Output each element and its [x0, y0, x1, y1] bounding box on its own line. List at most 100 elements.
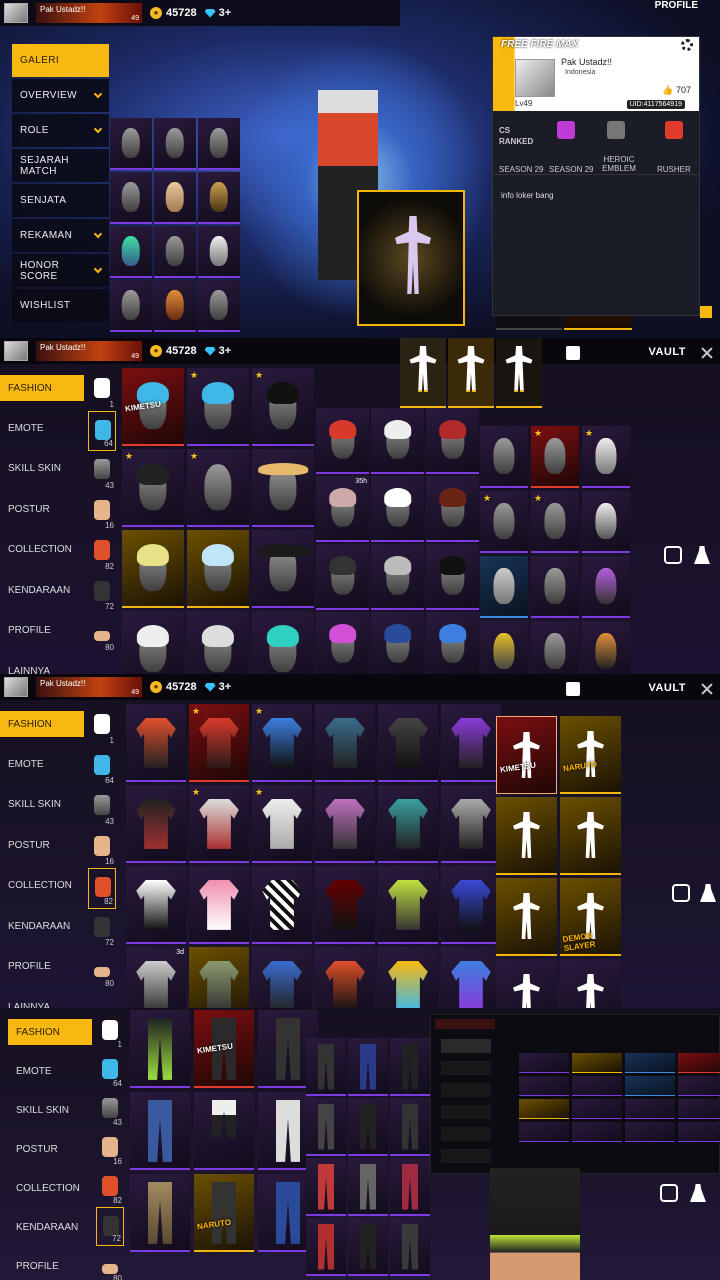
rotate-icon[interactable]	[672, 884, 690, 902]
weapon-cell[interactable]	[572, 1099, 622, 1119]
item-cell[interactable]	[122, 611, 184, 674]
item-cell[interactable]	[426, 476, 479, 542]
menu-rekaman[interactable]: REKAMAN	[12, 219, 109, 252]
item-cell[interactable]	[390, 1218, 430, 1276]
item-cell[interactable]	[496, 878, 557, 956]
item-cell[interactable]	[378, 947, 438, 1008]
category-mask[interactable]: 43	[88, 451, 116, 492]
item-cell[interactable]	[582, 556, 630, 618]
item-cell[interactable]: ★	[480, 491, 528, 553]
item-cell[interactable]	[390, 1158, 430, 1216]
item-cell[interactable]	[252, 947, 312, 1008]
weapon-cell[interactable]	[572, 1053, 622, 1073]
item-cell[interactable]	[194, 1092, 254, 1170]
category-head[interactable]: 64	[96, 1051, 124, 1090]
item-cell[interactable]	[426, 544, 479, 610]
item-cell[interactable]	[315, 866, 375, 944]
item-cell[interactable]	[130, 1174, 190, 1252]
corner-icon[interactable]	[700, 306, 712, 318]
category-top[interactable]: 1	[88, 370, 116, 411]
item-cell[interactable]	[110, 118, 152, 170]
featured-emote[interactable]	[357, 190, 465, 326]
item-cell[interactable]: ★	[189, 704, 249, 782]
category-mask[interactable]: 43	[96, 1090, 124, 1129]
tab-lainnya[interactable]: LAINNYA	[0, 651, 122, 674]
category-head[interactable]: 64	[88, 747, 116, 788]
category-shoes[interactable]: 80	[96, 1246, 124, 1280]
item-cell[interactable]	[371, 544, 424, 610]
item-cell[interactable]	[306, 1098, 346, 1156]
weapon-cell[interactable]	[519, 1076, 569, 1096]
item-cell[interactable]	[496, 797, 557, 875]
mini-tab[interactable]	[441, 1149, 491, 1163]
weapon-cell[interactable]	[625, 1099, 675, 1119]
item-cell[interactable]	[315, 704, 375, 782]
item-cell[interactable]: ★	[122, 449, 184, 527]
avatar[interactable]	[4, 341, 28, 361]
weapon-cell[interactable]	[625, 1122, 675, 1142]
item-cell[interactable]	[390, 1038, 430, 1096]
item-cell[interactable]	[154, 118, 196, 170]
category-shirt[interactable]: 82	[96, 1168, 124, 1207]
mini-tab[interactable]	[441, 1105, 491, 1119]
menu-honor-score[interactable]: HONOR SCORE	[12, 254, 109, 287]
weapon-cell[interactable]	[678, 1076, 720, 1096]
weapon-cell[interactable]	[678, 1122, 720, 1142]
figure-icon[interactable]	[690, 1184, 706, 1202]
item-cell[interactable]	[122, 530, 184, 608]
weapon-cell[interactable]	[678, 1053, 720, 1073]
item-cell[interactable]	[130, 1010, 190, 1088]
tab-fashion[interactable]: FASHION	[0, 711, 84, 737]
category-face[interactable]: 16	[88, 828, 116, 869]
item-cell[interactable]	[371, 476, 424, 542]
figure-icon[interactable]	[700, 884, 716, 902]
mini-tab[interactable]	[441, 1083, 491, 1097]
item-cell[interactable]	[126, 866, 186, 944]
category-face[interactable]: 16	[96, 1129, 124, 1168]
item-cell[interactable]	[582, 491, 630, 553]
category-pants[interactable]: 72	[96, 1207, 124, 1246]
diamond-counter[interactable]: 3+	[204, 7, 231, 19]
item-cell[interactable]	[306, 1038, 346, 1096]
item-cell[interactable]	[110, 226, 152, 278]
item-cell[interactable]: NARUTO	[560, 716, 621, 794]
category-pants[interactable]: 72	[88, 909, 116, 950]
category-top[interactable]: 1	[96, 1012, 124, 1051]
rotate-icon[interactable]	[664, 546, 682, 564]
item-cell[interactable]	[426, 612, 479, 674]
item-cell[interactable]	[189, 866, 249, 944]
category-shirt[interactable]: 82	[88, 532, 116, 573]
menu-role[interactable]: ROLE	[12, 114, 109, 147]
item-cell[interactable]	[531, 556, 579, 618]
item-cell[interactable]	[441, 704, 501, 782]
weapon-cell[interactable]	[519, 1053, 569, 1073]
item-cell[interactable]: 35h	[316, 476, 369, 542]
item-cell[interactable]	[315, 785, 375, 863]
item-cell[interactable]	[316, 612, 369, 674]
weapon-cell[interactable]	[625, 1053, 675, 1073]
item-cell[interactable]: ★	[531, 491, 579, 553]
item-cell[interactable]: ★	[187, 368, 249, 446]
item-cell[interactable]	[306, 1218, 346, 1276]
item-cell[interactable]	[348, 1218, 388, 1276]
category-pants[interactable]: 72	[88, 573, 116, 614]
category-face[interactable]: 16	[88, 492, 116, 533]
item-cell[interactable]	[371, 408, 424, 474]
item-cell[interactable]	[154, 226, 196, 278]
gold-counter[interactable]: ● 45728	[150, 681, 197, 693]
menu-galeri[interactable]: GALERI	[12, 44, 109, 77]
menu-sejarah-match[interactable]: SEJARAH MATCH	[12, 149, 109, 182]
item-cell[interactable]	[126, 785, 186, 863]
avatar[interactable]	[4, 3, 28, 23]
item-cell[interactable]: KIMETSU	[122, 368, 184, 446]
diamond-counter[interactable]: 3+	[204, 345, 231, 357]
item-cell[interactable]	[378, 866, 438, 944]
category-shirt[interactable]: 82	[88, 868, 116, 909]
gear-icon[interactable]	[681, 39, 693, 51]
vault-icon[interactable]	[566, 682, 580, 696]
gold-counter[interactable]: ● 45728	[150, 345, 197, 357]
category-shoes[interactable]: 80	[88, 949, 116, 990]
item-cell[interactable]	[316, 544, 369, 610]
close-icon[interactable]	[700, 682, 714, 696]
emote-thumb[interactable]	[448, 338, 494, 408]
